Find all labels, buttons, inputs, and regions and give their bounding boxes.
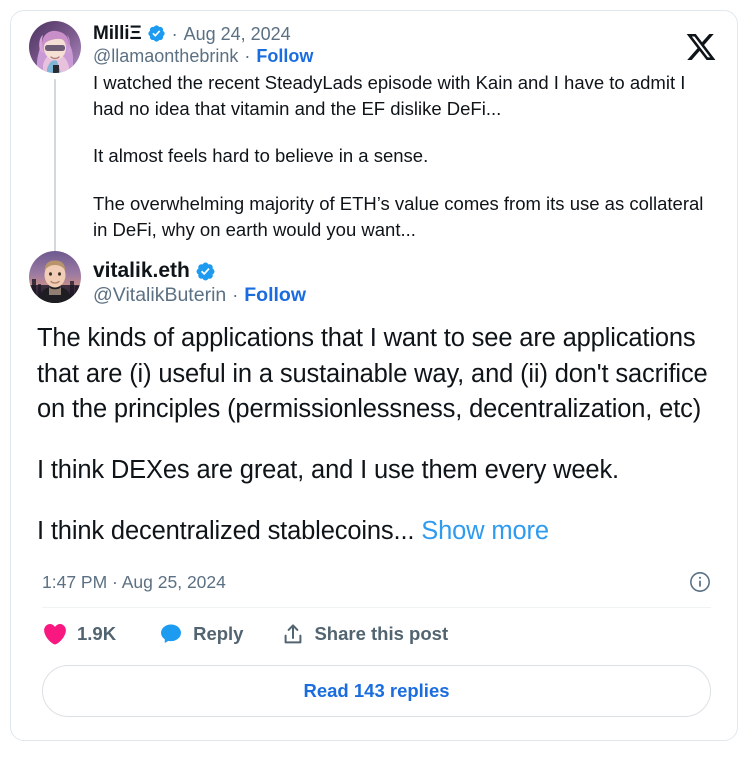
parent-paragraph: The overwhelming majority of ETH’s value… (93, 192, 704, 240)
heart-icon (42, 621, 68, 647)
like-button[interactable]: 1.9K (42, 621, 116, 647)
parent-avatar-column (29, 21, 81, 269)
parent-paragraph: I watched the recent SteadyLads episode … (93, 71, 686, 120)
tweet-actions-row: 1.9K Reply Share this post (11, 608, 737, 647)
main-truncated-text: I think decentralized stablecoins... (37, 517, 422, 546)
main-follow-link[interactable]: Follow (244, 284, 306, 307)
info-circle-icon[interactable] (689, 571, 711, 593)
main-paragraph: The kinds of applications that I want to… (37, 324, 708, 423)
show-more-link[interactable]: Show more (421, 517, 549, 545)
tweet-embed-card: MilliΞ · Aug 24, 2024 @llamaonthebrink ·… (10, 10, 738, 741)
parent-handle[interactable]: @llamaonthebrink (93, 46, 238, 67)
share-label: Share this post (314, 623, 449, 645)
like-count: 1.9K (77, 623, 117, 645)
main-avatar-column (29, 251, 81, 304)
verified-badge-icon (195, 261, 216, 282)
parent-name-row: MilliΞ · Aug 24, 2024 (93, 23, 717, 45)
main-paragraph-truncated: I think decentralized stablecoins... Sho… (37, 514, 711, 549)
parent-tweet: MilliΞ · Aug 24, 2024 @llamaonthebrink ·… (11, 11, 737, 269)
read-replies-button[interactable]: Read 143 replies (42, 665, 711, 718)
main-display-name[interactable]: vitalik.eth (93, 259, 190, 283)
parent-follow-link[interactable]: Follow (256, 46, 313, 67)
main-paragraph: I think DEXes are great, and I use them … (37, 455, 619, 484)
parent-meta-separator: · (171, 23, 178, 44)
parent-tweet-header: MilliΞ · Aug 24, 2024 @llamaonthebrink ·… (31, 23, 717, 67)
verified-badge-icon (147, 24, 166, 43)
main-tweet: vitalik.eth @VitalikButerin · Follow The… (11, 243, 737, 549)
main-tweet-text: The kinds of applications that I want to… (31, 321, 717, 549)
comment-icon (158, 621, 184, 647)
main-tweet-header: vitalik.eth @VitalikButerin · Follow (31, 259, 717, 307)
main-name-row: vitalik.eth (93, 259, 717, 283)
parent-display-name[interactable]: MilliΞ (93, 23, 142, 45)
parent-tweet-text: I watched the recent SteadyLads episode … (31, 70, 717, 243)
main-handle-separator: · (232, 285, 239, 306)
share-button[interactable]: Share this post (281, 622, 448, 646)
tweet-timestamp[interactable]: 1:47 PM · Aug 25, 2024 (42, 572, 226, 593)
avatar-vitalik[interactable] (29, 251, 81, 304)
read-replies-wrapper: Read 143 replies (11, 647, 737, 718)
share-icon (281, 622, 305, 646)
reply-button[interactable]: Reply (158, 621, 243, 647)
parent-date[interactable]: Aug 24, 2024 (184, 24, 291, 45)
main-handle-row: @VitalikButerin · Follow (93, 284, 717, 307)
avatar-milliE[interactable] (29, 21, 81, 73)
thread-connector-line (54, 79, 56, 269)
main-handle[interactable]: @VitalikButerin (93, 284, 226, 307)
parent-handle-separator: · (244, 45, 251, 66)
reply-label: Reply (193, 623, 244, 645)
timestamp-row: 1:47 PM · Aug 25, 2024 (11, 549, 737, 593)
parent-handle-row: @llamaonthebrink · Follow (93, 46, 717, 67)
parent-paragraph: It almost feels hard to believe in a sen… (93, 145, 429, 167)
